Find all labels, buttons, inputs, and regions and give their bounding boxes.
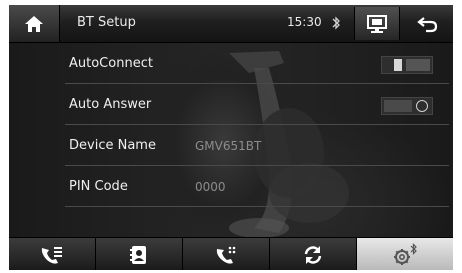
home-button[interactable]: [9, 5, 60, 42]
bluetooth-icon: [332, 16, 340, 30]
call-log-icon: [41, 246, 62, 264]
screen: BT Setup 15:30 AutoConnect Auto Answer D…: [0, 0, 462, 273]
autoconnect-row: AutoConnect: [65, 43, 449, 84]
device-name-value: GMV651BT: [195, 139, 262, 153]
pin-code-row[interactable]: PIN Code 0000: [65, 166, 449, 207]
device-name-row[interactable]: Device Name GMV651BT: [65, 125, 449, 166]
toggle-fill: [406, 59, 430, 71]
head-unit-display: BT Setup 15:30 AutoConnect Auto Answer D…: [9, 5, 453, 270]
dial-pad-icon: [216, 246, 236, 264]
tab-call-log[interactable]: [9, 238, 96, 270]
device-name-label: Device Name: [69, 138, 156, 153]
screen-mirror-icon: [367, 14, 387, 33]
back-button[interactable]: [403, 5, 453, 42]
tab-contacts[interactable]: [96, 238, 183, 270]
screen-mirror-button[interactable]: [354, 7, 400, 40]
auto-answer-toggle[interactable]: [381, 97, 433, 115]
autoconnect-toggle[interactable]: [381, 56, 433, 74]
tab-sync[interactable]: [270, 238, 357, 270]
sync-icon: [304, 245, 322, 264]
contacts-icon: [130, 245, 146, 264]
toggle-fill: [384, 100, 412, 112]
toggle-off-indicator: [416, 100, 428, 112]
settings-panel: AutoConnect Auto Answer Device Name GMV6…: [9, 43, 453, 237]
page-title: BT Setup: [77, 15, 136, 30]
tab-dial-pad[interactable]: [183, 238, 270, 270]
pin-code-label: PIN Code: [69, 179, 128, 194]
bt-settings-icon: [394, 242, 417, 265]
header-bar: BT Setup 15:30: [9, 5, 453, 43]
bottom-tab-bar: [9, 237, 453, 270]
toggle-knob: [394, 59, 402, 71]
home-icon: [25, 15, 43, 32]
auto-answer-label: Auto Answer: [69, 97, 152, 112]
tab-bt-settings[interactable]: [357, 238, 453, 270]
auto-answer-row: Auto Answer: [65, 84, 449, 125]
clock: 15:30: [287, 15, 322, 29]
back-arrow-icon: [417, 16, 438, 32]
autoconnect-label: AutoConnect: [69, 56, 153, 71]
pin-code-value: 0000: [195, 180, 226, 194]
